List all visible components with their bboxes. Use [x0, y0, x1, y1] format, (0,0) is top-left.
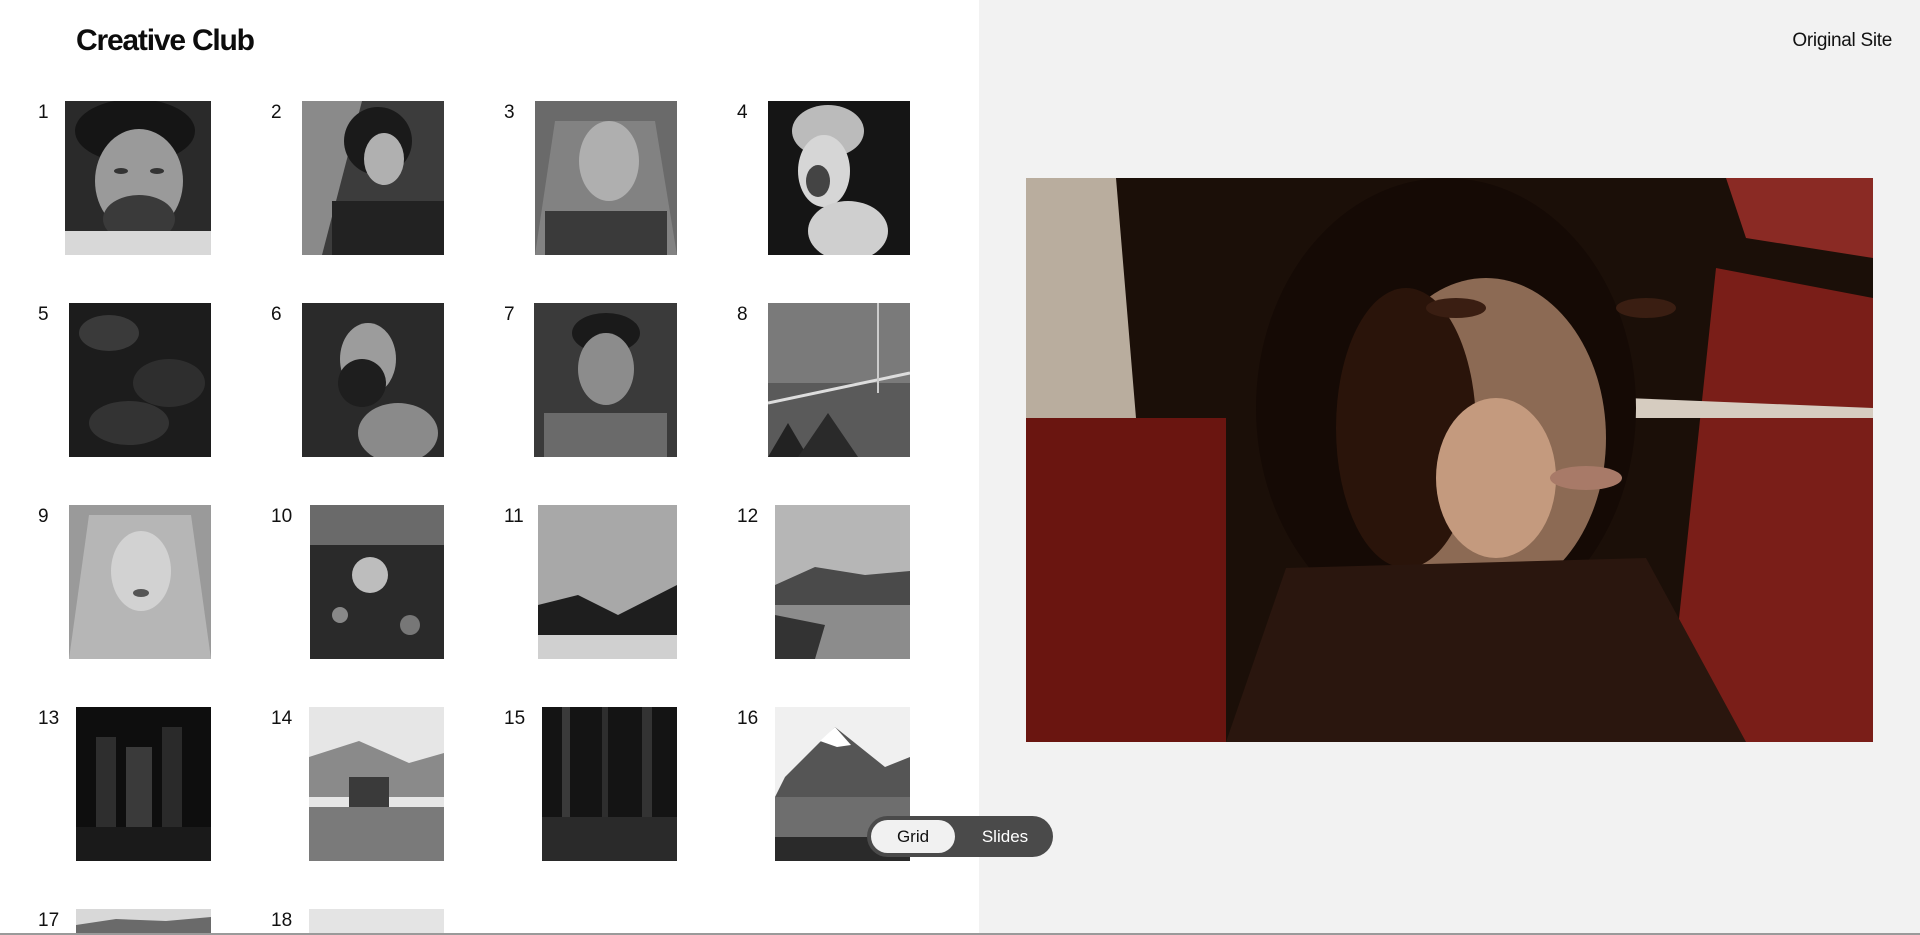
thumbnail-18[interactable]: [309, 909, 444, 935]
item-number: 16: [737, 708, 759, 729]
thumbnail-3[interactable]: [535, 101, 677, 255]
original-site-link[interactable]: Original Site: [1792, 30, 1892, 52]
thumbnail-9[interactable]: [69, 505, 211, 659]
thumbnail-10[interactable]: [310, 505, 444, 659]
thumbnail-1[interactable]: [65, 101, 211, 255]
brand-logo[interactable]: Creative Club: [76, 24, 255, 58]
portrait-image: [302, 101, 444, 255]
landscape-image: [775, 505, 910, 659]
item-number: 17: [38, 910, 60, 931]
thumbnail-13[interactable]: [76, 707, 211, 861]
landscape-image: [309, 707, 444, 861]
item-number: 4: [737, 102, 748, 123]
thumbnail-2[interactable]: [302, 101, 444, 255]
thumbnail-12[interactable]: [775, 505, 910, 659]
landscape-image: [76, 909, 211, 935]
sky-image: [309, 909, 444, 935]
item-number: 1: [38, 102, 49, 123]
thumbnail-14[interactable]: [309, 707, 444, 861]
portrait-image: [302, 303, 444, 457]
thumbnail-4[interactable]: [768, 101, 910, 255]
item-number: 12: [737, 506, 759, 527]
item-number: 3: [504, 102, 515, 123]
forest-image: [542, 707, 677, 861]
item-number: 18: [271, 910, 293, 931]
thumbnail-grid-panel: Creative Club 1 2 3 4 5 6 7 8 9 10 11 12…: [0, 0, 979, 935]
item-number: 15: [504, 708, 526, 729]
item-number: 7: [504, 304, 515, 325]
portrait-image: [535, 101, 677, 255]
portrait-image: [1026, 178, 1873, 742]
thumbnail-17[interactable]: [76, 909, 211, 935]
item-number: 8: [737, 304, 748, 325]
portrait-image: [534, 303, 677, 457]
item-number: 2: [271, 102, 282, 123]
item-number: 6: [271, 304, 282, 325]
item-number: 5: [38, 304, 49, 325]
thumbnail-8[interactable]: [768, 303, 910, 457]
portrait-image: [768, 101, 910, 255]
thumbnail-15[interactable]: [542, 707, 677, 861]
portrait-image: [69, 505, 211, 659]
slides-view-button[interactable]: Slides: [963, 820, 1047, 853]
city-image: [76, 707, 211, 861]
nature-image: [538, 505, 677, 659]
thumbnail-6[interactable]: [302, 303, 444, 457]
texture-image: [69, 303, 211, 457]
thumbnail-11[interactable]: [538, 505, 677, 659]
featured-image[interactable]: [1026, 178, 1873, 742]
portrait-image: [65, 101, 211, 255]
item-number: 10: [271, 506, 293, 527]
grid-view-button[interactable]: Grid: [871, 820, 955, 853]
view-toggle: Grid Slides: [867, 816, 1053, 857]
item-number: 9: [38, 506, 49, 527]
item-number: 14: [271, 708, 293, 729]
landscape-image: [768, 303, 910, 457]
thumbnail-5[interactable]: [69, 303, 211, 457]
thumbnail-7[interactable]: [534, 303, 677, 457]
item-number: 13: [38, 708, 60, 729]
nature-image: [310, 505, 444, 659]
item-number: 11: [504, 506, 524, 527]
